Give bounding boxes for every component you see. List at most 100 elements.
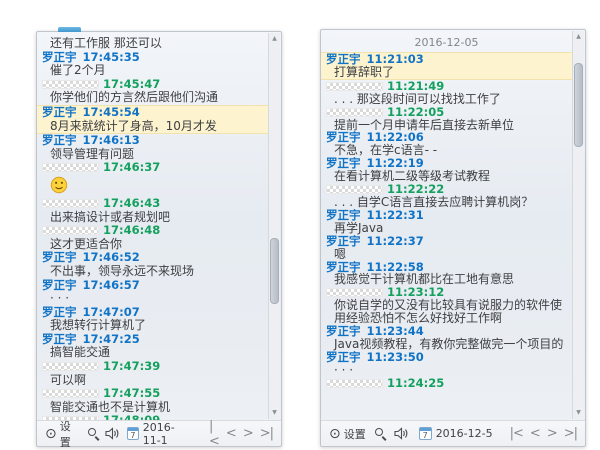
masked-sender-name (42, 389, 99, 398)
scroll-up-icon[interactable]: ▲ (269, 35, 280, 43)
message-entry: 罗正宇11:22:06不急，在学c语言- - (321, 131, 572, 157)
message-entry: 11:22:05提前一个月申请年后直接去新单位 (321, 106, 572, 132)
chat-history-window-right: 2016-12-05罗正宇11:21:03打算辞职了11:21:49 . . . … (320, 29, 586, 447)
timestamp: 11:24:25 (387, 376, 444, 390)
timestamp: 17:46:43 (103, 196, 160, 210)
message-header: 17:47:55 (37, 387, 268, 401)
message-header: 17:47:39 (37, 360, 268, 374)
message-entry: 罗正宇11:21:03打算辞职了 (321, 52, 572, 80)
sender-name: 罗正宇 (42, 105, 77, 119)
masked-sender-name (326, 379, 383, 388)
masked-sender-name (42, 362, 99, 371)
message-text: 还有工作服 那还可以 (37, 37, 268, 51)
sender-name: 罗正宇 (42, 250, 77, 264)
masked-sender-name (42, 199, 99, 208)
date-label[interactable]: 2016-11-1 (143, 421, 192, 447)
message-header: 罗正宇11:23:44 (321, 325, 572, 338)
message-entry: 11:24:25 (321, 377, 572, 390)
timestamp: 11:23:44 (367, 324, 424, 338)
settings-icon[interactable]: ⊙ (329, 426, 341, 442)
settings-label[interactable]: 设置 (60, 418, 79, 450)
message-text: 在看计算机二级等级考试教程 (321, 170, 572, 183)
message-text: . . . 自学C语言直接去应聘计算机岗？ (321, 196, 572, 209)
scroll-down-icon[interactable]: ▼ (269, 409, 280, 417)
message-text: 打算辞职了 (321, 66, 572, 79)
speaker-icon[interactable] (394, 427, 409, 440)
history-toolbar: ⊙ 设置 7 2016-11-1 |< < > >| (37, 420, 281, 446)
message-text: 搞智能交通 (37, 346, 268, 360)
masked-sender-name (326, 288, 383, 297)
message-text: 我感觉干计算机都比在工地有意思 (321, 273, 572, 286)
masked-sender-name (326, 108, 383, 117)
first-page-button[interactable]: |< (510, 426, 523, 441)
next-page-button[interactable]: > (547, 426, 557, 441)
scrollbar-thumb[interactable] (574, 63, 583, 147)
chat-message-area: 还有工作服 那还可以罗正宇17:45:35催了2个月17:45:47你学他们的方… (37, 32, 268, 420)
message-header: 罗正宇11:22:31 (321, 209, 572, 222)
message-entry: 11:23:12你说自学的又没有比较具有说服力的软件使用经验恐怕不怎么好找好工作… (321, 286, 572, 325)
next-page-button[interactable]: > (243, 426, 253, 441)
date-label[interactable]: 2016-12-5 (436, 427, 493, 440)
scroll-down-icon[interactable]: ▼ (573, 409, 584, 417)
message-entry: 11:22:22. . . 自学C语言直接去应聘计算机岗？ (321, 183, 572, 209)
timestamp: 11:23:50 (367, 350, 424, 364)
timestamp: 11:21:49 (387, 79, 444, 93)
screenshot-canvas: 还有工作服 那还可以罗正宇17:45:35催了2个月17:45:47你学他们的方… (0, 0, 600, 450)
timestamp: 17:45:47 (103, 77, 160, 91)
picking-nose-emoji (50, 176, 68, 194)
last-page-button[interactable]: >| (564, 426, 577, 441)
message-header: 罗正宇17:45:35 (37, 51, 268, 65)
message-entry: 罗正宇11:23:50· · · (321, 351, 572, 377)
scrollbar[interactable]: ▲ ▼ (268, 33, 280, 419)
prev-page-button[interactable]: < (530, 426, 540, 441)
message-entry: 17:46:37 (37, 161, 268, 197)
sender-name: 罗正宇 (42, 305, 77, 319)
message-text: 出来搞设计或者规划吧 (37, 211, 268, 225)
scrollbar-thumb[interactable] (270, 238, 279, 304)
timestamp: 17:45:35 (83, 50, 140, 64)
first-page-button[interactable]: |< (209, 419, 219, 449)
search-icon[interactable] (375, 428, 387, 440)
message-entry: 罗正宇17:45:548月来就统计了身高，10月才发 (37, 105, 268, 134)
message-entry: 17:46:43出来搞设计或者规划吧 (37, 197, 268, 224)
settings-icon[interactable]: ⊙ (45, 426, 57, 442)
sender-name: 罗正宇 (42, 332, 77, 346)
timestamp: 17:47:07 (83, 305, 140, 319)
message-text: 领导管理有问题 (37, 148, 268, 162)
message-entry: 罗正宇11:23:44Java视频教程，有教你完整做完一个项目的 (321, 325, 572, 351)
settings-label[interactable]: 设置 (344, 426, 366, 442)
message-text: 可以啊 (37, 374, 268, 388)
message-header: 17:46:43 (37, 197, 268, 211)
search-icon[interactable] (88, 428, 98, 440)
message-entry: 17:47:55智能交通也不是计算机 (37, 387, 268, 414)
last-page-button[interactable]: >| (260, 426, 273, 441)
message-text: 催了2个月 (37, 64, 268, 78)
date-separator: 2016-12-05 (321, 35, 572, 52)
message-text: 再学Java (321, 222, 572, 235)
message-text: 不出事，领导永远不来现场 (37, 265, 268, 279)
message-entry: 17:45:47你学他们的方言然后跟他们沟通 (37, 78, 268, 105)
prev-page-button[interactable]: < (226, 426, 236, 441)
message-text: 8月来就统计了身高，10月才发 (37, 120, 268, 134)
message-entry: 罗正宇17:46:13领导管理有问题 (37, 134, 268, 161)
message-header: 罗正宇11:22:37 (321, 235, 572, 248)
timestamp: 17:46:52 (83, 250, 140, 264)
masked-sender-name (42, 163, 99, 172)
message-header: 17:46:37 (37, 161, 268, 175)
message-entry: 17:47:39可以啊 (37, 360, 268, 387)
message-text: 智能交通也不是计算机 (37, 401, 268, 415)
scrollbar[interactable]: ▲ ▼ (572, 31, 584, 419)
chat-history-window-left: 还有工作服 那还可以罗正宇17:45:35催了2个月17:45:47你学他们的方… (36, 31, 282, 447)
sender-name: 罗正宇 (326, 350, 361, 364)
scroll-up-icon[interactable]: ▲ (573, 33, 584, 41)
timestamp: 11:22:31 (367, 208, 424, 222)
speaker-icon[interactable] (105, 427, 120, 440)
calendar-icon[interactable]: 7 (127, 427, 139, 440)
message-text: 这才更适合你 (37, 238, 268, 252)
history-toolbar: ⊙ 设置 7 2016-12-5 |< < > >| (321, 420, 585, 446)
sender-name: 罗正宇 (326, 52, 361, 66)
page-navigation: |< < > >| (202, 419, 273, 449)
calendar-icon[interactable]: 7 (419, 427, 432, 440)
sender-name: 罗正宇 (42, 133, 77, 147)
message-entry: 罗正宇11:22:19在看计算机二级等级考试教程 (321, 157, 572, 183)
